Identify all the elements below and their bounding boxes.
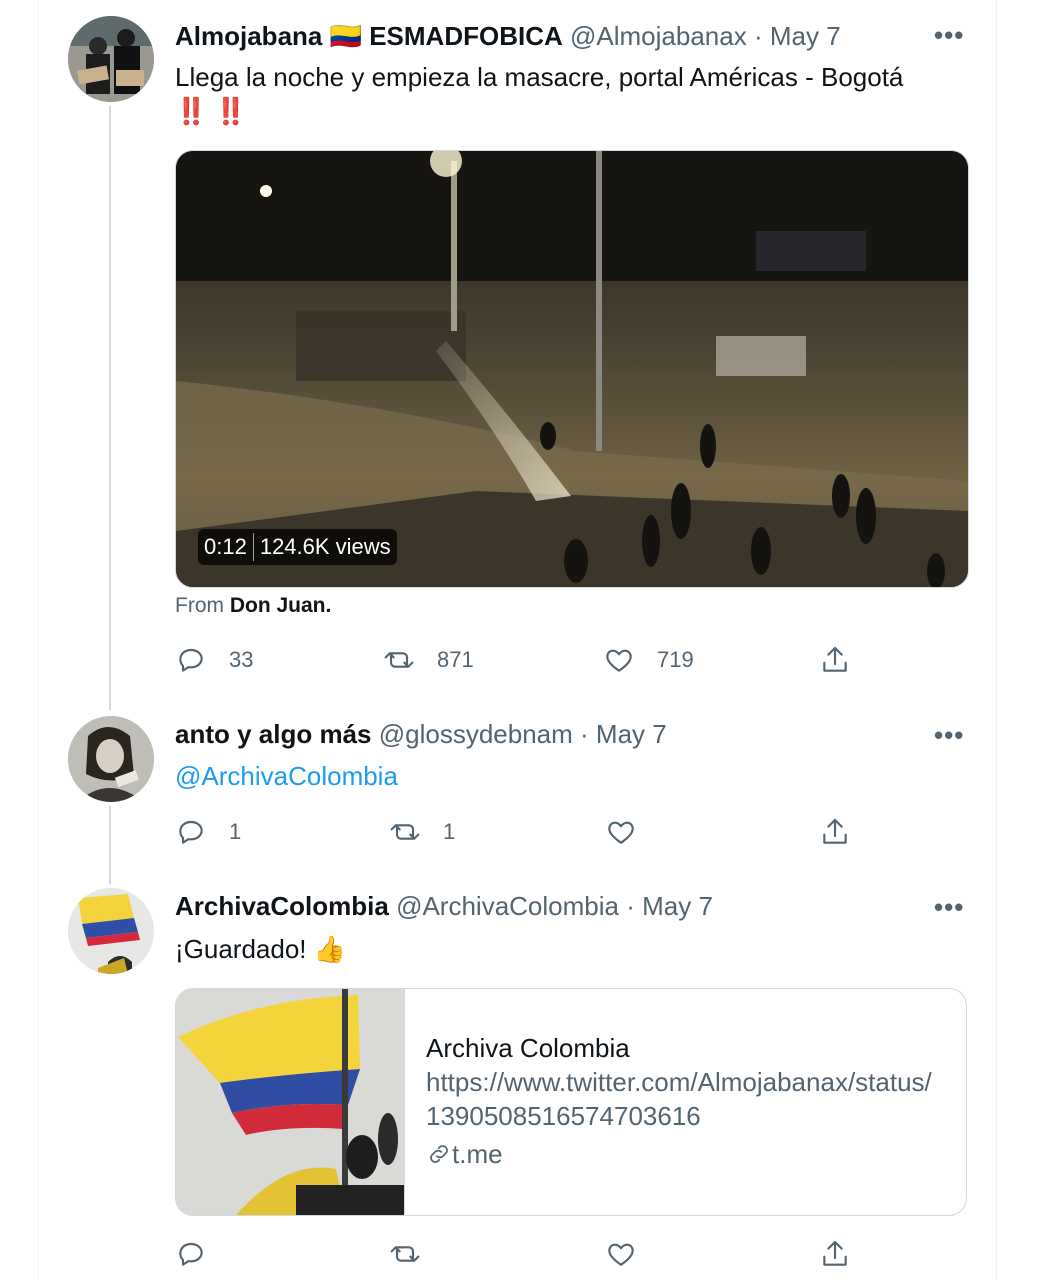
flag-emoji: 🇨🇴 (329, 21, 362, 51)
column-border-right (996, 0, 997, 1280)
reply-count: 33 (229, 647, 254, 672)
retweet-icon (390, 824, 420, 840)
video-attribution: From Don Juan. (175, 594, 331, 618)
retweet-icon (390, 1246, 420, 1262)
like-button[interactable] (605, 815, 659, 849)
avatar-image (68, 716, 154, 802)
display-name[interactable]: Almojabana (175, 21, 322, 51)
avatar[interactable] (68, 888, 154, 974)
link-card[interactable]: Archiva Colombia https://www.twitter.com… (175, 988, 967, 1216)
share-icon (823, 818, 847, 844)
card-image (176, 989, 405, 1215)
avatar[interactable] (68, 716, 154, 802)
thumbs-up-emoji: 👍 (313, 934, 347, 964)
tweet-date[interactable]: · May 7 (626, 891, 713, 921)
retweet-icon (384, 652, 414, 668)
user-handle[interactable]: @glossydebnam (379, 719, 573, 749)
user-handle[interactable]: @ArchivaColombia (396, 891, 619, 921)
avatar-image (68, 16, 154, 102)
avatar-image (68, 888, 154, 974)
tweet-actions: 33 871 719 (175, 643, 875, 677)
share-icon (823, 646, 847, 672)
tweet-header: ArchivaColombia @ArchivaColombia · May 7 (175, 889, 713, 923)
card-domain-text: t.me (452, 1139, 503, 1169)
reply-count: 1 (229, 819, 242, 844)
retweet-button[interactable]: 871 (383, 643, 474, 677)
share-button[interactable] (819, 1237, 851, 1271)
from-source[interactable]: Don Juan. (230, 594, 332, 617)
tweet-text-line: ¡Guardado! (175, 934, 307, 964)
tweet-text: Llega la noche y empieza la masacre, por… (175, 60, 903, 128)
tweet-text-line: Llega la noche y empieza la masacre, por… (175, 62, 904, 92)
reply-button[interactable]: 33 (175, 643, 253, 677)
share-button[interactable] (819, 643, 851, 677)
card-description: https://www.twitter.com/Almojabanax/stat… (426, 1067, 932, 1131)
display-name[interactable]: anto y algo más (175, 719, 372, 749)
like-icon (606, 649, 632, 672)
like-button[interactable]: 719 (603, 643, 694, 677)
card-title: Archiva Colombia (426, 1033, 630, 1063)
mention-link[interactable]: @ArchivaColombia (175, 761, 398, 791)
video-player[interactable]: 0:12 124.6K views (175, 150, 969, 588)
reply-icon (179, 648, 203, 672)
tweet-text: @ArchivaColombia (175, 759, 398, 793)
more-icon[interactable]: ••• (934, 722, 964, 748)
more-icon[interactable]: ••• (934, 22, 964, 48)
reply-button[interactable]: 1 (175, 815, 241, 849)
share-button[interactable] (819, 815, 851, 849)
reply-button[interactable] (175, 1237, 229, 1271)
tweet-actions (175, 1237, 875, 1271)
from-label: From (175, 594, 224, 617)
tweet-actions: 1 1 (175, 815, 875, 849)
tweet-header: Almojabana 🇨🇴 ESMADFOBICA @Almojabanax ·… (175, 19, 841, 53)
video-duration: 0:12 (204, 534, 247, 559)
card-flag-photo (176, 989, 404, 1215)
tweet-date[interactable]: · May 7 (580, 719, 667, 749)
retweet-count: 1 (443, 819, 456, 844)
share-icon (823, 1240, 847, 1266)
tweet-date[interactable]: · May 7 (754, 21, 841, 51)
column-border-left (38, 0, 39, 1280)
display-name[interactable]: ArchivaColombia (175, 891, 389, 921)
tweet-text: ¡Guardado! 👍 (175, 932, 346, 966)
like-icon (608, 1243, 634, 1266)
more-icon[interactable]: ••• (934, 894, 964, 920)
thread-line (109, 106, 111, 710)
like-button[interactable] (605, 1237, 659, 1271)
link-icon (430, 1145, 448, 1163)
retweet-button[interactable] (389, 1237, 443, 1271)
tweet-emoji-line: ‼️ ‼️ (175, 96, 247, 126)
video-badge: 0:12 124.6K views (198, 529, 397, 565)
video-thumbnail (176, 151, 968, 587)
user-handle[interactable]: @Almojabanax (570, 21, 747, 51)
retweet-button[interactable]: 1 (389, 815, 455, 849)
reply-icon (179, 1242, 203, 1266)
display-name-suffix[interactable]: ESMADFOBICA (369, 21, 563, 51)
thread-line (109, 806, 111, 884)
card-domain: t.me (426, 1137, 946, 1171)
video-views: 124.6K views (259, 534, 391, 559)
card-text: Archiva Colombia https://www.twitter.com… (426, 1031, 946, 1171)
retweet-count: 871 (437, 647, 474, 672)
like-icon (608, 821, 634, 844)
avatar[interactable] (68, 16, 154, 102)
tweet-header: anto y algo más @glossydebnam · May 7 (175, 717, 667, 751)
like-count: 719 (657, 647, 694, 672)
reply-icon (179, 820, 203, 844)
